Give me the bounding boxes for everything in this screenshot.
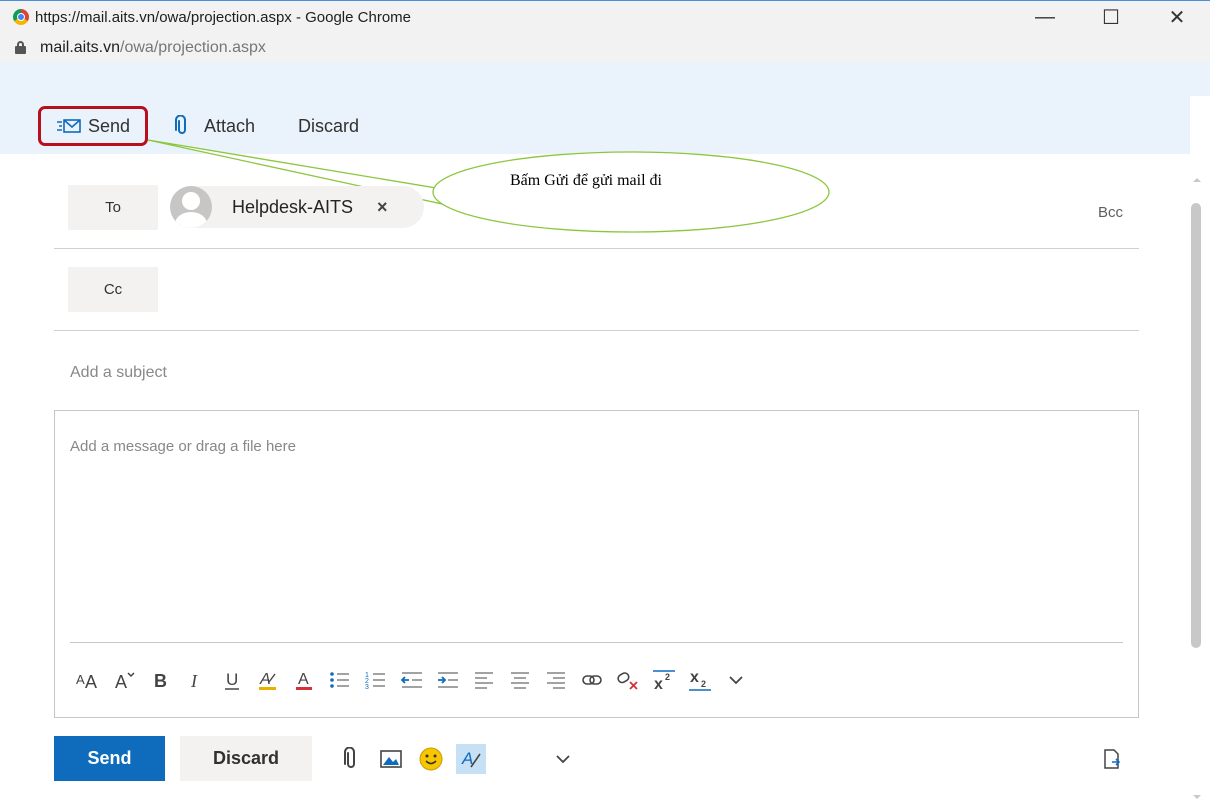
svg-text:A: A xyxy=(298,671,309,688)
font-color-icon[interactable]: A xyxy=(286,665,322,695)
url-path: /owa/projection.aspx xyxy=(120,38,266,56)
title-bar: https://mail.aits.vn/owa/projection.aspx… xyxy=(0,0,1210,63)
minimize-button[interactable]: — xyxy=(1012,1,1078,33)
align-left-icon[interactable] xyxy=(466,665,502,695)
callout-text: Bấm Gửi để gửi mail đi xyxy=(510,172,662,189)
bold-icon[interactable]: B xyxy=(142,665,178,695)
more-options-icon[interactable] xyxy=(718,665,754,695)
bcc-link[interactable]: Bcc xyxy=(1098,204,1123,221)
svg-text:2: 2 xyxy=(701,679,706,689)
unlink-icon[interactable] xyxy=(610,665,646,695)
toolbar-attach-button[interactable]: Attach xyxy=(174,110,255,142)
address-bar[interactable]: mail.aits.vn/owa/projection.aspx xyxy=(0,33,1210,63)
svg-text:A: A xyxy=(259,671,271,688)
svg-text:x: x xyxy=(690,669,699,686)
scroll-up-arrow-icon[interactable] xyxy=(1193,178,1201,182)
close-button[interactable]: ✕ xyxy=(1144,1,1210,33)
url-text: mail.aits.vn/owa/projection.aspx xyxy=(40,39,266,57)
svg-text:I: I xyxy=(190,671,198,691)
emoji-icon[interactable] xyxy=(416,744,446,774)
svg-text:A: A xyxy=(115,672,127,691)
title-row: https://mail.aits.vn/owa/projection.aspx… xyxy=(0,1,1210,33)
paperclip-icon xyxy=(175,115,186,134)
recipient-name: Helpdesk-AITS xyxy=(232,196,354,217)
more-actions-chevron-icon[interactable] xyxy=(548,744,578,774)
send-mail-icon xyxy=(56,119,81,133)
discard-button[interactable]: Discard xyxy=(180,736,312,781)
scroll-thumb[interactable] xyxy=(1191,203,1201,648)
subject-input[interactable]: Add a subject xyxy=(70,364,1130,386)
align-center-icon[interactable] xyxy=(502,665,538,695)
svg-text:U: U xyxy=(226,670,238,689)
send-button[interactable]: Send xyxy=(54,736,165,781)
format-toolbar: AA A B I U A A 123 x 2 x 2 xyxy=(70,665,754,695)
scroll-down-arrow-icon[interactable] xyxy=(1193,795,1201,799)
link-icon[interactable] xyxy=(574,665,610,695)
attach-file-icon[interactable] xyxy=(336,744,366,774)
remove-recipient-icon[interactable]: × xyxy=(377,197,388,218)
insert-picture-icon[interactable] xyxy=(376,744,406,774)
svg-text:3: 3 xyxy=(365,684,369,691)
pop-out-document-icon[interactable] xyxy=(1097,744,1127,774)
window-controls: — ☐ ✕ xyxy=(1012,1,1210,33)
toolbar-attach-label: Attach xyxy=(204,115,256,136)
toolbar-discard-button[interactable]: Discard xyxy=(298,110,359,142)
cc-divider xyxy=(54,330,1139,331)
svg-text:2: 2 xyxy=(665,672,670,682)
italic-icon[interactable]: I xyxy=(178,665,214,695)
subscript-icon[interactable]: x2 xyxy=(682,665,718,695)
command-ribbon-top xyxy=(0,62,1210,96)
toolbar-discard-label: Discard xyxy=(298,115,360,136)
signature-icon[interactable]: A xyxy=(456,744,486,774)
cc-button[interactable]: Cc xyxy=(68,267,158,312)
maximize-button[interactable]: ☐ xyxy=(1078,1,1144,33)
message-body-editor[interactable]: Add a message or drag a file here AA A B… xyxy=(54,410,1139,718)
message-body-placeholder: Add a message or drag a file here xyxy=(70,438,296,455)
format-bar-divider xyxy=(70,642,1123,643)
numbering-icon[interactable]: 123 xyxy=(358,665,394,695)
to-button[interactable]: To xyxy=(68,185,158,230)
toolbar-send-button[interactable]: Send xyxy=(38,106,148,146)
toolbar-send-label: Send xyxy=(87,115,131,136)
grow-font-icon[interactable]: A xyxy=(106,665,142,695)
decrease-indent-icon[interactable] xyxy=(394,665,430,695)
browser-window: https://mail.aits.vn/owa/projection.aspx… xyxy=(0,0,1210,805)
svg-text:B: B xyxy=(154,671,167,691)
avatar xyxy=(170,186,212,228)
svg-text:A: A xyxy=(85,672,97,691)
recipient-chip[interactable]: Helpdesk-AITS × xyxy=(170,186,424,228)
font-size-icon[interactable]: AA xyxy=(70,665,106,695)
window-title: https://mail.aits.vn/owa/projection.aspx… xyxy=(35,8,412,26)
to-divider xyxy=(54,248,1139,249)
bullets-icon[interactable] xyxy=(322,665,358,695)
underline-icon[interactable]: U xyxy=(214,665,250,695)
svg-text:x: x xyxy=(654,676,663,692)
lock-icon xyxy=(15,41,26,54)
url-host: mail.aits.vn xyxy=(40,38,121,56)
chrome-logo-icon xyxy=(13,9,29,25)
align-right-icon[interactable] xyxy=(538,665,574,695)
increase-indent-icon[interactable] xyxy=(430,665,466,695)
superscript-icon[interactable]: x2 xyxy=(646,665,682,695)
svg-text:A: A xyxy=(76,672,85,687)
highlight-icon[interactable]: A xyxy=(250,665,286,695)
